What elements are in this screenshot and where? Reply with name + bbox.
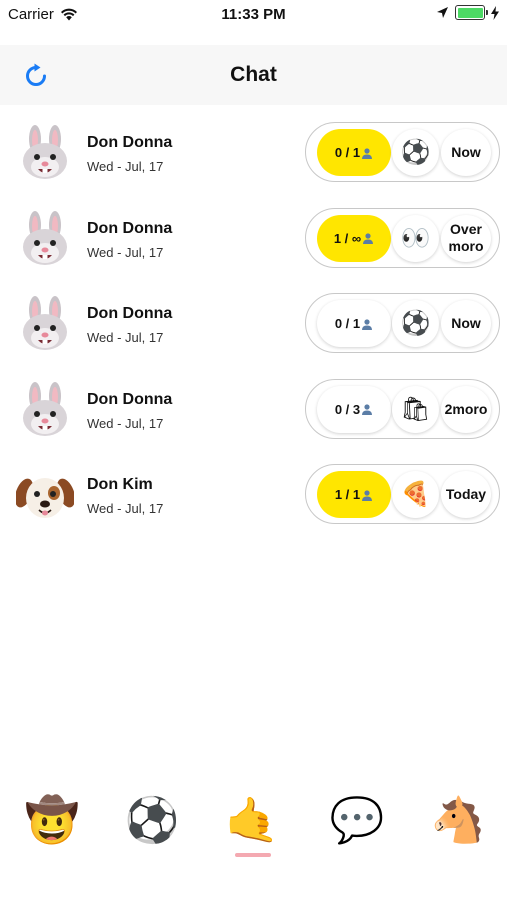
soccer-ball-icon[interactable]: ⚽ bbox=[392, 300, 439, 347]
participant-count-label: 0 / 3 bbox=[334, 401, 361, 417]
puppy-icon bbox=[14, 467, 76, 525]
chat-name: Don Donna bbox=[87, 390, 173, 408]
selected-tab-indicator bbox=[235, 853, 271, 857]
eyes-icon[interactable]: 👀 bbox=[392, 214, 439, 262]
chat-row[interactable]: Don Donna Wed - Jul, 17 0 / 1 ⚽ Now bbox=[0, 282, 507, 368]
person-icon bbox=[362, 489, 373, 501]
event-pill[interactable]: 1 / 1 🍕 Today bbox=[305, 464, 500, 524]
chat-name: Don Donna bbox=[87, 305, 173, 322]
tab-bar: 🤠 ⚽ 🤙 💬 🐴 bbox=[0, 780, 507, 870]
participant-count-label: 0 / 1 bbox=[334, 316, 361, 331]
chat-name: Don Donna bbox=[87, 219, 173, 237]
participant-count[interactable]: 1 / ∞ bbox=[317, 214, 391, 262]
chat-date: Wed - Jul, 17 bbox=[87, 415, 164, 431]
chat-date: Wed - Jul, 17 bbox=[87, 501, 164, 516]
page-title: Chat bbox=[230, 63, 277, 86]
battery-icon bbox=[455, 5, 488, 20]
participant-count-label: 0 / 1 bbox=[334, 145, 361, 160]
event-pill[interactable]: 0 / 1 ⚽ Now bbox=[305, 122, 500, 182]
participant-count[interactable]: 1 / 1 bbox=[317, 471, 391, 518]
shopping-bags-icon[interactable]: 🛍 bbox=[392, 385, 439, 433]
soccer-ball-icon[interactable]: ⚽ bbox=[122, 790, 182, 850]
participant-count[interactable]: 0 / 3 bbox=[317, 385, 391, 433]
battery-level bbox=[457, 7, 483, 18]
participant-count-label: 1 / 1 bbox=[334, 487, 361, 502]
status-bar: Carrier 11:33 PM bbox=[0, 0, 507, 28]
chat-date: Wed - Jul, 17 bbox=[87, 244, 164, 260]
location-arrow-icon bbox=[437, 7, 448, 18]
person-icon bbox=[362, 318, 373, 330]
person-icon bbox=[363, 233, 374, 244]
chat-row[interactable]: Don Donna Wed - Jul, 17 1 / ∞ 👀 Over moro bbox=[0, 197, 507, 283]
bunny-icon bbox=[16, 210, 74, 269]
event-pill[interactable]: 0 / 3 🛍 2moro bbox=[305, 378, 500, 439]
chat-list: Don Donna Wed - Jul, 17 0 / 1 ⚽ Now Don Donna… bbox=[0, 111, 507, 539]
status-right bbox=[436, 5, 499, 20]
person-icon bbox=[362, 404, 373, 415]
bunny-icon bbox=[16, 125, 74, 183]
bunny-icon bbox=[16, 296, 74, 354]
soccer-ball-icon[interactable]: ⚽ bbox=[392, 129, 439, 176]
event-time[interactable]: Now bbox=[441, 300, 491, 347]
status-time: 11:33 PM bbox=[221, 6, 286, 23]
chat-name: Don Kim bbox=[87, 476, 153, 493]
event-time[interactable]: Over moro bbox=[441, 214, 491, 262]
chat-name: Don Donna bbox=[87, 134, 173, 151]
chat-date: Wed - Jul, 17 bbox=[87, 330, 164, 345]
chat-date: Wed - Jul, 17 bbox=[87, 159, 164, 174]
event-pill[interactable]: 0 / 1 ⚽ Now bbox=[305, 293, 500, 353]
chat-row[interactable]: Don Donna Wed - Jul, 17 0 / 1 ⚽ Now bbox=[0, 111, 507, 197]
participant-count[interactable]: 0 / 1 bbox=[317, 129, 391, 176]
horse-face-icon[interactable]: 🐴 bbox=[428, 790, 488, 850]
person-icon bbox=[362, 147, 373, 159]
bunny-icon bbox=[16, 381, 74, 440]
chat-row[interactable]: Don Donna Wed - Jul, 17 0 / 3 🛍 2moro bbox=[0, 368, 507, 454]
event-time[interactable]: 2moro bbox=[441, 385, 491, 433]
event-time[interactable]: Now bbox=[441, 129, 491, 176]
participant-count[interactable]: 0 / 1 bbox=[317, 300, 391, 347]
nav-bar: Chat bbox=[0, 45, 507, 105]
speech-bubble-icon[interactable]: 💬 bbox=[327, 790, 387, 850]
event-pill[interactable]: 1 / ∞ 👀 Over moro bbox=[305, 207, 500, 268]
cowboy-face-icon[interactable]: 🤠 bbox=[22, 790, 82, 850]
event-time[interactable]: Today bbox=[441, 471, 491, 518]
charging-bolt-icon bbox=[491, 5, 499, 20]
chat-row[interactable]: Don Kim Wed - Jul, 17 1 / 1 🍕 Today bbox=[0, 453, 507, 539]
participant-count-label: 1 / ∞ bbox=[333, 230, 362, 246]
call-me-hand-icon[interactable]: 🤙 bbox=[222, 790, 282, 850]
pizza-icon[interactable]: 🍕 bbox=[392, 471, 439, 518]
